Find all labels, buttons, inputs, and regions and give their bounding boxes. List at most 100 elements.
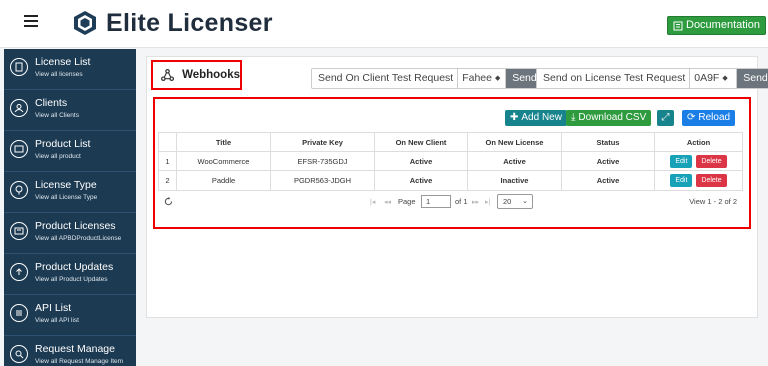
client-test-request-group: Send On Client Test Request Fahee ◆ Send (311, 68, 544, 89)
sidebar-item-license-list[interactable]: License List View all licenses (4, 49, 136, 90)
row-actions: Edit Delete (655, 152, 742, 170)
reload-label: Reload (698, 112, 731, 123)
license-test-request-group: Send on License Test Request 0A9F ◆ Send (536, 68, 768, 89)
pager: |◂ ◂◂ Page 1 of 1 ▸▸ ▸| 20 ⌄ View 1 - 2 o… (158, 192, 743, 212)
row-on-new-license[interactable]: Active (468, 152, 562, 170)
product-license-icon (10, 222, 28, 240)
edit-button[interactable]: Edit (670, 154, 693, 168)
sidebar-item-product-licenses[interactable]: Product Licenses View all APBDProductLic… (4, 213, 136, 254)
page-label: Page (398, 197, 416, 206)
book-icon (673, 21, 683, 30)
page-of-label: of 1 (455, 197, 468, 206)
license-type-icon (10, 181, 28, 199)
api-icon (10, 304, 28, 322)
sidebar-item-product-updates[interactable]: Product Updates View all Product Updates (4, 254, 136, 295)
table-header-row: Title Private Key On New Client On New L… (159, 133, 742, 152)
row-title: Paddle (177, 171, 271, 190)
table-row[interactable]: 2 Paddle PGDR563-JDGH Active Inactive Ac… (159, 171, 742, 190)
sidebar-item-label: API List (35, 302, 72, 314)
delete-button[interactable]: Delete (696, 174, 727, 187)
sidebar-item-license-type[interactable]: License Type View all License Type (4, 172, 136, 213)
sidebar-item-product-list[interactable]: Product List View all product (4, 131, 136, 172)
add-new-button[interactable]: ✚ Add New (505, 110, 567, 126)
sidebar-item-label: Clients (35, 97, 68, 109)
header-cell-num (159, 133, 177, 151)
select-arrows-icon: ◆ (495, 75, 501, 82)
product-icon (10, 140, 28, 158)
sidebar-item-label: License List (35, 56, 91, 68)
page-size-select[interactable]: 20 ⌄ (497, 194, 533, 209)
row-on-new-license[interactable]: Inactive (468, 171, 562, 190)
client-test-label: Send On Client Test Request (312, 69, 459, 88)
webhooks-header: Webhooks (151, 60, 242, 90)
sidebar-item-sub: View all product (35, 153, 81, 160)
download-csv-button[interactable]: ⤓ Download CSV (566, 110, 652, 126)
clients-icon (10, 99, 28, 117)
next-page-icon[interactable]: ▸▸ (472, 198, 479, 206)
webhook-icon (161, 68, 175, 82)
row-on-new-client[interactable]: Active (375, 152, 468, 170)
row-number: 1 (159, 152, 177, 170)
download-icon: ⤓ (571, 112, 576, 123)
prev-page-icon[interactable]: ◂◂ (384, 198, 391, 206)
license-icon (10, 58, 28, 76)
sidebar-item-label: License Type (35, 179, 97, 191)
client-test-select[interactable]: Fahee ◆ (458, 69, 507, 88)
view-records-text: View 1 - 2 of 2 (689, 197, 737, 206)
upload-icon (10, 263, 28, 281)
table-row[interactable]: 1 WooCommerce EFSR-735GDJ Active Active … (159, 152, 742, 171)
row-status[interactable]: Active (562, 171, 655, 190)
download-csv-label: Download CSV (578, 112, 647, 123)
header-cell-action: Action (686, 137, 711, 147)
sidebar-item-sub: View all Request Manage Item (35, 358, 124, 365)
last-page-icon[interactable]: ▸| (485, 198, 490, 206)
documentation-button[interactable]: Documentation (667, 16, 766, 35)
sidebar-item-label: Request Manage (35, 343, 115, 355)
sidebar-item-sub: View all API list (35, 317, 79, 324)
sidebar-item-label: Product Licenses (35, 220, 116, 232)
sidebar-item-sub: View all APBDProductLicense (35, 235, 122, 242)
reload-button[interactable]: ⟳ Reload (682, 110, 736, 126)
row-on-new-client[interactable]: Active (375, 171, 468, 190)
chevron-down-icon: ⌄ (522, 198, 528, 205)
elite-licenser-logo (74, 11, 96, 35)
row-title: WooCommerce (177, 152, 271, 170)
row-number: 2 (159, 171, 177, 190)
page-number-input[interactable]: 1 (421, 195, 451, 208)
sidebar-item-clients[interactable]: Clients View all Clients (4, 90, 136, 131)
header-cell-on-new-license[interactable]: On New License (468, 133, 562, 151)
sidebar-item-label: Product List (35, 138, 91, 150)
sidebar-item-request-manage[interactable]: Request Manage View all Request Manage I… (4, 336, 136, 366)
header-cell-status[interactable]: Status (562, 133, 655, 151)
row-private-key: PGDR563-JDGH (271, 171, 375, 190)
reload-icon: ⟳ (687, 112, 696, 123)
license-test-label: Send on License Test Request (537, 69, 691, 88)
row-private-key: EFSR-735GDJ (271, 152, 375, 170)
sidebar-item-sub: View all licenses (35, 71, 83, 78)
page-size-value: 20 (503, 197, 512, 206)
plus-icon: ✚ (510, 112, 519, 123)
add-new-label: Add New (521, 112, 562, 123)
first-page-icon[interactable]: |◂ (370, 198, 375, 206)
edit-button[interactable]: Edit (670, 174, 693, 187)
sidebar-item-sub: View all Clients (35, 112, 79, 119)
license-test-send-button[interactable]: Send (737, 69, 768, 88)
sidebar-item-label: Product Updates (35, 261, 114, 273)
header-cell-on-new-client[interactable]: On New Client (375, 133, 468, 151)
row-status[interactable]: Active (562, 152, 655, 170)
fullscreen-button[interactable]: ⤢ (657, 110, 674, 126)
hamburger-menu-icon[interactable] (24, 15, 38, 29)
sidebar-item-api-list[interactable]: API List View all API list (4, 295, 136, 336)
header-cell-title[interactable]: Title (177, 133, 271, 151)
app-title: Elite Licenser (106, 9, 273, 37)
row-actions: Edit Delete (655, 171, 742, 190)
refresh-icon[interactable] (164, 197, 173, 206)
client-test-selected: Fahee (462, 72, 492, 84)
delete-button[interactable]: Delete (696, 154, 727, 168)
sidebar-item-sub: View all License Type (35, 194, 98, 201)
webhooks-title: Webhooks (182, 69, 240, 81)
header-cell-private-key[interactable]: Private Key (271, 133, 375, 151)
license-test-select[interactable]: 0A9F ◆ (690, 69, 738, 88)
select-arrows-icon: ◆ (722, 75, 728, 82)
expand-icon: ⤢ (661, 112, 670, 123)
